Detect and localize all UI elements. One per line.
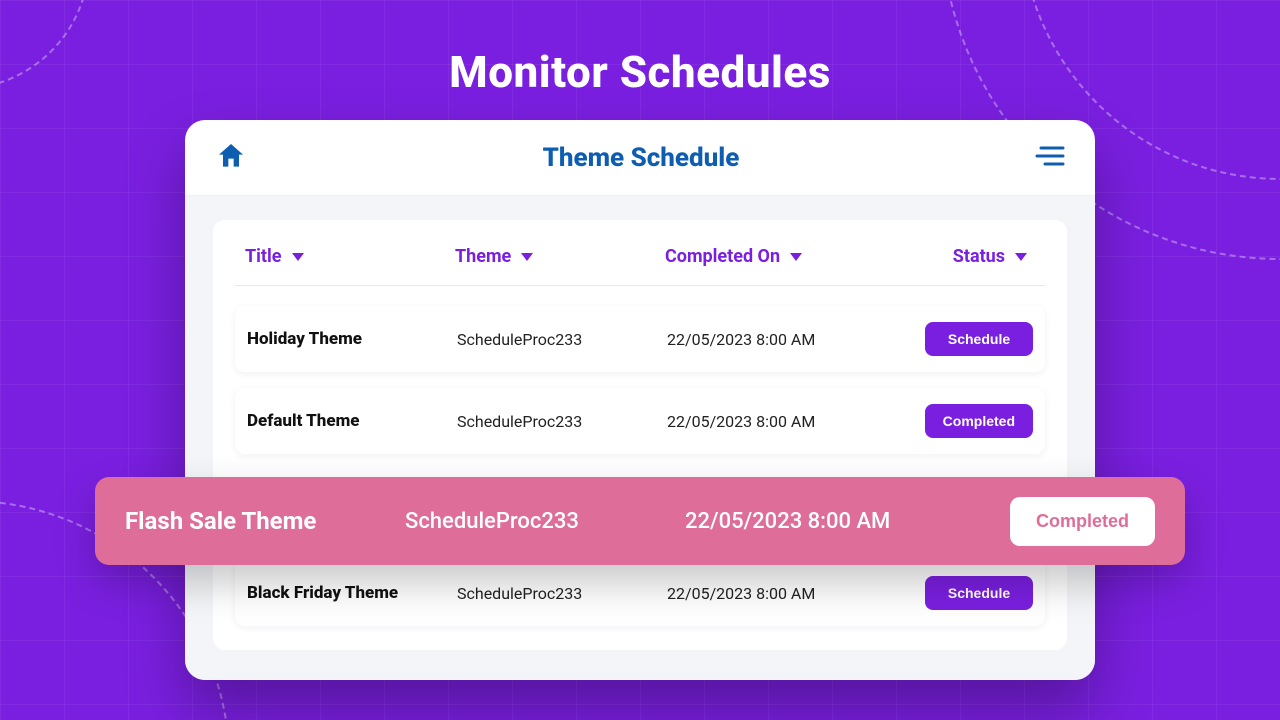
row-status-wrap: Schedule: [907, 576, 1033, 610]
caret-down-icon: [292, 253, 304, 261]
highlight-theme: ScheduleProc233: [405, 509, 685, 534]
col-title-label: Title: [245, 246, 282, 267]
stage: Monitor Schedules Theme Schedule: [0, 0, 1280, 720]
caret-down-icon: [521, 253, 533, 261]
status-button[interactable]: Completed: [925, 404, 1033, 438]
highlight-status-button[interactable]: Completed: [1010, 497, 1155, 546]
card-body: Title Theme Completed On Status: [185, 196, 1095, 680]
col-status[interactable]: Status: [905, 246, 1035, 267]
schedule-card: Theme Schedule Title: [185, 120, 1095, 680]
col-theme-label: Theme: [455, 246, 511, 267]
col-title[interactable]: Title: [245, 246, 455, 267]
row-completed: 22/05/2023 8:00 AM: [667, 412, 907, 431]
row-theme: ScheduleProc233: [457, 412, 667, 431]
col-completed-label: Completed On: [665, 246, 780, 267]
col-completed[interactable]: Completed On: [665, 246, 905, 267]
caret-down-icon: [790, 253, 802, 261]
row-completed: 22/05/2023 8:00 AM: [667, 584, 907, 603]
row-status-wrap: Schedule: [907, 322, 1033, 356]
card-title: Theme Schedule: [247, 143, 1035, 173]
row-theme: ScheduleProc233: [457, 330, 667, 349]
table-row[interactable]: Black Friday Theme ScheduleProc233 22/05…: [235, 560, 1045, 626]
status-button[interactable]: Schedule: [925, 322, 1033, 356]
table-panel: Title Theme Completed On Status: [213, 220, 1067, 650]
row-completed: 22/05/2023 8:00 AM: [667, 330, 907, 349]
card-header: Theme Schedule: [185, 120, 1095, 196]
highlight-title: Flash Sale Theme: [125, 507, 405, 535]
menu-button[interactable]: [1035, 145, 1065, 171]
menu-icon: [1035, 145, 1065, 171]
caret-down-icon: [1015, 253, 1027, 261]
home-icon: [215, 140, 247, 176]
row-status-wrap: Completed: [907, 404, 1033, 438]
status-button[interactable]: Schedule: [925, 576, 1033, 610]
highlight-completed: 22/05/2023 8:00 AM: [685, 509, 1005, 534]
table-row[interactable]: Default Theme ScheduleProc233 22/05/2023…: [235, 388, 1045, 454]
home-button[interactable]: [215, 140, 247, 176]
table-row[interactable]: Holiday Theme ScheduleProc233 22/05/2023…: [235, 306, 1045, 372]
col-status-label: Status: [953, 246, 1005, 267]
page-headline: Monitor Schedules: [0, 46, 1280, 98]
row-title: Black Friday Theme: [247, 583, 457, 603]
column-headers: Title Theme Completed On Status: [235, 238, 1045, 286]
col-theme[interactable]: Theme: [455, 246, 665, 267]
highlighted-row[interactable]: Flash Sale Theme ScheduleProc233 22/05/2…: [95, 477, 1185, 565]
row-title: Holiday Theme: [247, 329, 457, 349]
row-title: Default Theme: [247, 411, 457, 431]
row-theme: ScheduleProc233: [457, 584, 667, 603]
table-rows: Holiday Theme ScheduleProc233 22/05/2023…: [235, 306, 1045, 626]
